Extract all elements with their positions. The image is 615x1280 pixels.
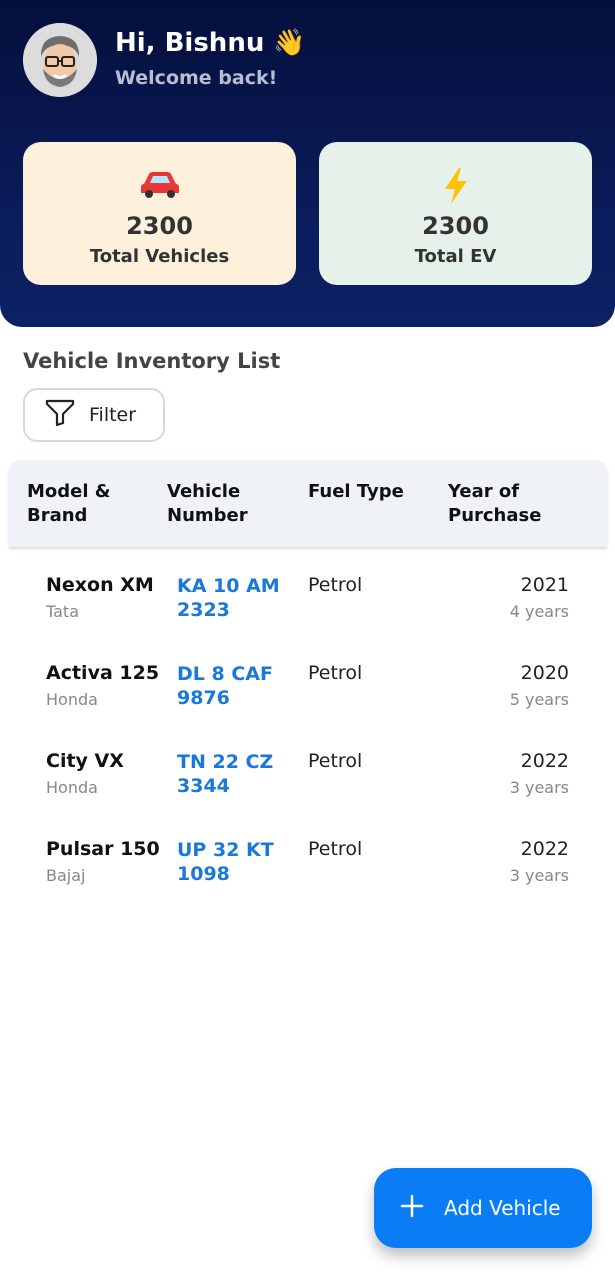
total-ev-value: 2300 bbox=[422, 212, 489, 240]
row-model: Nexon XM bbox=[46, 574, 154, 596]
total-vehicles-card[interactable]: 2300 Total Vehicles bbox=[23, 142, 296, 285]
filter-button[interactable]: Filter bbox=[23, 388, 165, 442]
row-vehicle-number[interactable]: TN 22 CZ 3344 bbox=[177, 750, 292, 798]
column-fuel-type[interactable]: Fuel Type bbox=[308, 480, 438, 504]
row-model: City VX bbox=[46, 750, 124, 772]
row-age: 3 years bbox=[509, 778, 569, 797]
row-year: 2021 bbox=[520, 574, 569, 596]
total-vehicles-value: 2300 bbox=[126, 212, 193, 240]
row-brand: Tata bbox=[46, 602, 80, 621]
row-fuel-type: Petrol bbox=[308, 750, 363, 772]
add-vehicle-button[interactable]: Add Vehicle bbox=[374, 1168, 592, 1248]
column-year-of-purchase[interactable]: Year of Purchase bbox=[448, 480, 578, 528]
greeting-text: Hi, Bishnu 👋 bbox=[115, 28, 306, 58]
row-age: 3 years bbox=[509, 866, 569, 885]
total-vehicles-label: Total Vehicles bbox=[89, 246, 230, 267]
header-banner: Hi, Bishnu 👋 Welcome back! 2300 Total Ve… bbox=[0, 0, 615, 327]
table-row[interactable]: Activa 125 Honda DL 8 CAF 9876 Petrol 20… bbox=[0, 635, 615, 723]
row-year: 2020 bbox=[520, 662, 569, 684]
inventory-title: Vehicle Inventory List bbox=[23, 349, 281, 373]
filter-icon bbox=[45, 399, 75, 431]
row-vehicle-number[interactable]: UP 32 KT 1098 bbox=[177, 838, 292, 886]
avatar-icon bbox=[23, 23, 97, 97]
plus-icon bbox=[400, 1194, 424, 1222]
row-age: 4 years bbox=[509, 602, 569, 621]
total-ev-label: Total EV bbox=[414, 246, 497, 267]
table-row[interactable]: Nexon XM Tata KA 10 AM 2323 Petrol 2021 … bbox=[0, 547, 615, 635]
add-vehicle-label: Add Vehicle bbox=[444, 1196, 561, 1220]
row-brand: Honda bbox=[46, 690, 98, 709]
car-icon bbox=[23, 166, 296, 206]
row-age: 5 years bbox=[509, 690, 569, 709]
row-vehicle-number[interactable]: DL 8 CAF 9876 bbox=[177, 662, 292, 710]
inventory-table-body: Nexon XM Tata KA 10 AM 2323 Petrol 2021 … bbox=[0, 547, 615, 899]
row-vehicle-number[interactable]: KA 10 AM 2323 bbox=[177, 574, 292, 622]
row-fuel-type: Petrol bbox=[308, 662, 363, 684]
filter-label: Filter bbox=[89, 404, 137, 426]
column-vehicle-number[interactable]: Vehicle Number bbox=[167, 480, 297, 528]
row-model: Activa 125 bbox=[46, 662, 160, 684]
column-model-brand[interactable]: Model & Brand bbox=[27, 480, 157, 528]
avatar[interactable] bbox=[23, 23, 97, 97]
row-brand: Honda bbox=[46, 778, 98, 797]
row-brand: Bajaj bbox=[46, 866, 86, 885]
welcome-text: Welcome back! bbox=[115, 67, 278, 89]
row-model: Pulsar 150 bbox=[46, 838, 160, 860]
row-year: 2022 bbox=[520, 838, 569, 860]
table-row[interactable]: Pulsar 150 Bajaj UP 32 KT 1098 Petrol 20… bbox=[0, 811, 615, 899]
table-header: Model & Brand Vehicle Number Fuel Type Y… bbox=[9, 460, 607, 547]
table-row[interactable]: City VX Honda TN 22 CZ 3344 Petrol 2022 … bbox=[0, 723, 615, 811]
lightning-icon bbox=[319, 166, 592, 206]
row-fuel-type: Petrol bbox=[308, 574, 363, 596]
total-ev-card[interactable]: 2300 Total EV bbox=[319, 142, 592, 285]
row-fuel-type: Petrol bbox=[308, 838, 363, 860]
row-year: 2022 bbox=[520, 750, 569, 772]
